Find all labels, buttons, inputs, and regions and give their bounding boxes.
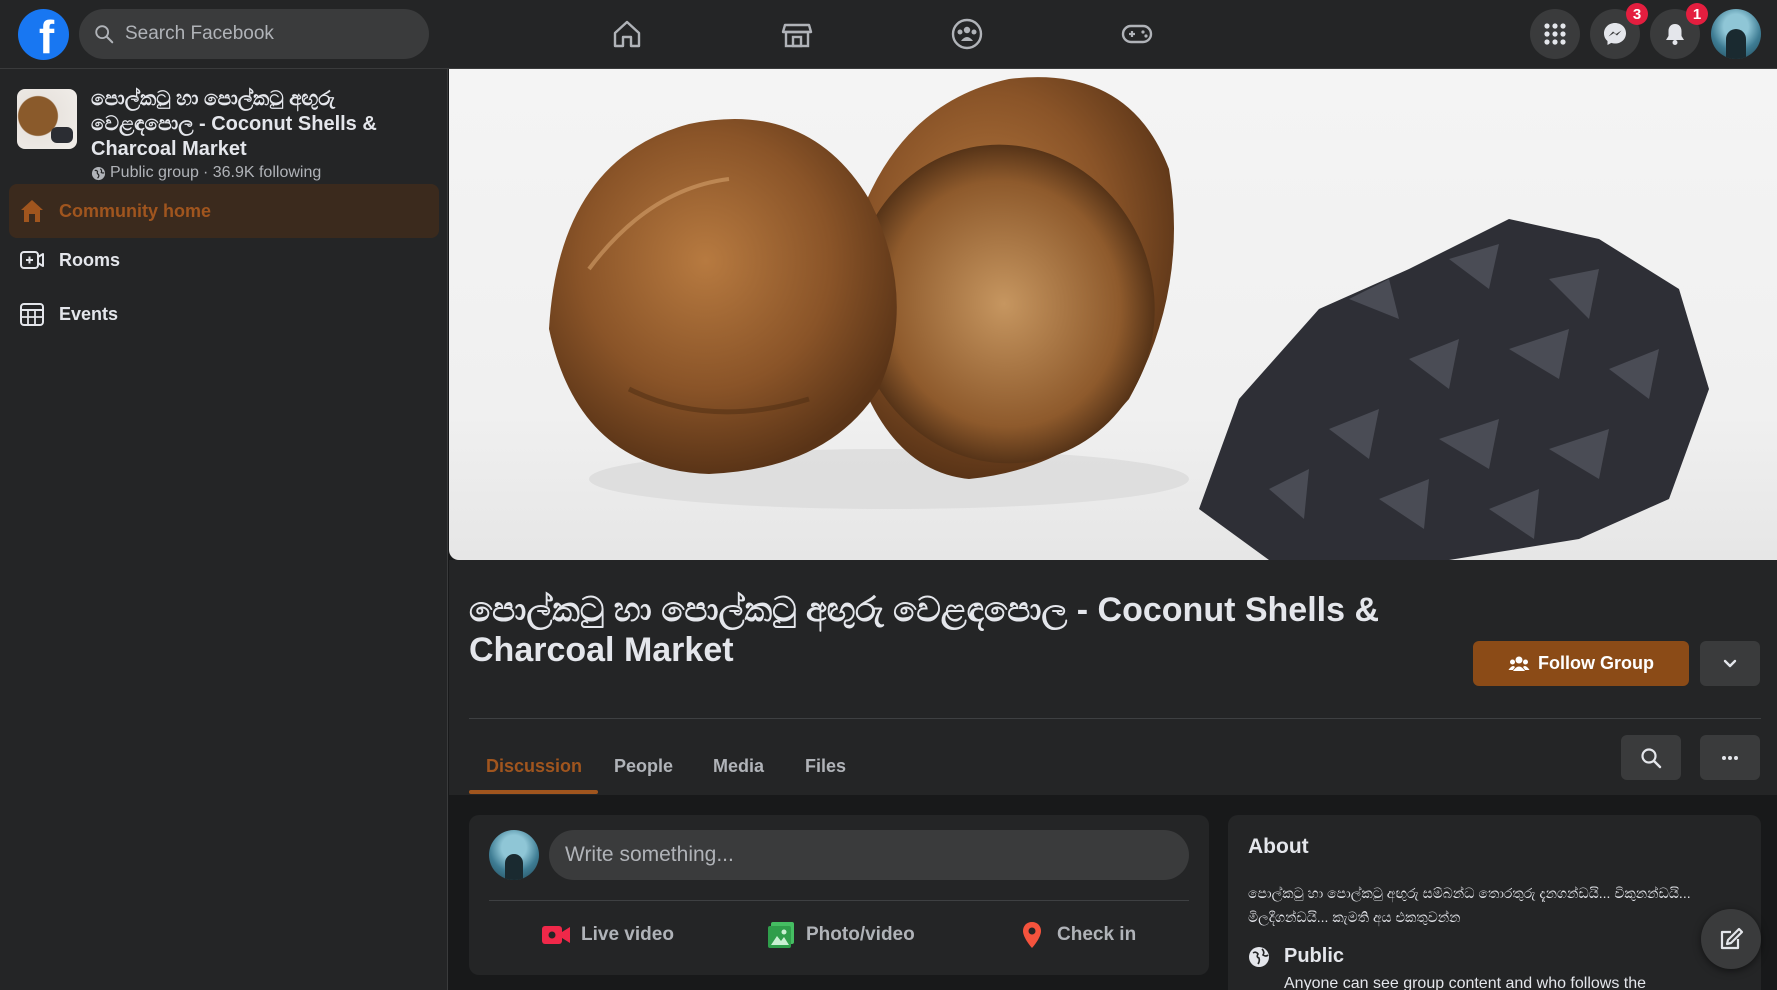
tab-media[interactable]: Media (713, 738, 764, 794)
globe-icon (91, 166, 106, 180)
ellipsis-icon (1722, 755, 1738, 760)
about-heading: About (1248, 835, 1309, 858)
photo-icon (768, 922, 794, 948)
composer-divider (489, 900, 1189, 901)
sidebar-item-rooms[interactable]: Rooms (9, 233, 439, 287)
photo-video-button[interactable]: Photo/video (766, 910, 915, 960)
bell-icon (1666, 24, 1684, 45)
menu-grid-icon (1544, 23, 1566, 45)
about-description: පොල්කටු හා පොල්කටු අඟුරු සම්බන්ධ තොරතුරු… (1248, 885, 1691, 925)
search-box[interactable] (79, 9, 429, 59)
group-meta: Public group · 36.9K following (91, 164, 321, 182)
photo-video-label: Photo/video (806, 924, 915, 945)
follow-group-button[interactable]: Follow Group (1473, 641, 1689, 686)
top-navigation-bar: f 3 1 (0, 0, 1777, 69)
messenger-button[interactable]: 3 (1590, 3, 1648, 59)
home-icon (613, 20, 641, 48)
tab-people[interactable]: People (614, 738, 673, 794)
messenger-badge: 3 (1626, 3, 1648, 25)
marketplace-icon (781, 23, 813, 48)
privacy-description: Anyone can see group content and who fol… (1284, 975, 1647, 990)
sidebar-item-label: Community home (59, 200, 212, 221)
tab-discussion[interactable]: Discussion (486, 738, 582, 794)
header-divider (469, 718, 1761, 719)
more-options-dropdown[interactable] (1700, 641, 1760, 686)
calendar-icon (20, 303, 44, 326)
avatar-figure (505, 854, 523, 880)
check-in-button[interactable]: Check in (1017, 910, 1136, 960)
search-icon (95, 25, 114, 44)
groups-icon (951, 18, 983, 50)
active-tab-indicator (469, 790, 598, 794)
group-thumbnail[interactable] (17, 89, 77, 149)
gaming-nav-button[interactable] (1110, 12, 1164, 56)
group-type: Public group (110, 164, 199, 181)
follow-label: Follow Group (1538, 653, 1654, 673)
messenger-icon (1604, 23, 1626, 45)
check-in-label: Check in (1057, 924, 1137, 945)
group-following: · 36.9K following (202, 164, 322, 181)
menu-button[interactable] (1530, 9, 1580, 59)
coconut-charcoal-illustration (549, 77, 1709, 560)
sidebar-item-events[interactable]: Events (9, 287, 439, 341)
sidebar-item-community-home[interactable]: Community home (9, 184, 439, 238)
marketplace-nav-button[interactable] (770, 12, 824, 56)
notifications-badge: 1 (1686, 3, 1708, 25)
gaming-icon (1121, 24, 1153, 44)
privacy-label: Public (1284, 945, 1345, 967)
globe-icon (1249, 946, 1269, 967)
cover-photo[interactable] (449, 69, 1777, 560)
sidebar-item-label: Events (59, 303, 119, 324)
more-actions-button[interactable] (1700, 735, 1760, 780)
chevron-down-icon (1723, 659, 1737, 667)
home-nav-button[interactable] (600, 12, 654, 56)
privacy-row: Public (1248, 945, 1344, 968)
write-something-input[interactable] (549, 830, 1189, 880)
facebook-logo[interactable]: f (18, 9, 69, 60)
sidebar-item-label: Rooms (59, 249, 121, 270)
left-sidebar: පොල්කටු හා පොල්කටු අඟුරු වෙළඳපොල - Cocon… (0, 69, 448, 990)
composer-avatar[interactable] (489, 830, 539, 880)
live-video-button[interactable]: Live video (541, 910, 674, 960)
post-composer: Live video Photo/video Check in (469, 815, 1209, 975)
new-message-button[interactable] (1701, 909, 1761, 969)
notifications-button[interactable]: 1 (1650, 3, 1708, 59)
groups-nav-button[interactable] (940, 12, 994, 56)
avatar-figure (1726, 29, 1746, 59)
tab-files[interactable]: Files (805, 738, 846, 794)
live-video-label: Live video (581, 924, 674, 945)
sidebar-group-name[interactable]: පොල්කටු හා පොල්කටු අඟුරු වෙළඳපොල - Cocon… (91, 87, 431, 162)
group-search-button[interactable] (1621, 735, 1681, 780)
compose-icon (1720, 927, 1744, 950)
rooms-icon (20, 251, 44, 269)
home-icon (21, 200, 43, 222)
search-input[interactable] (125, 23, 405, 45)
account-avatar[interactable] (1711, 9, 1761, 59)
about-card: About පොල්කටු හා පොල්කටු අඟුරු සම්බන්ධ ත… (1228, 815, 1761, 990)
location-pin-icon (1023, 922, 1041, 948)
search-icon (1641, 747, 1662, 768)
live-video-icon (542, 926, 570, 944)
page-title: පොල්කටු හා පොල්කටු අඟුරු වෙළඳපොල - Cocon… (469, 591, 1380, 669)
logo-letter: f (38, 11, 55, 60)
people-icon (1508, 656, 1530, 671)
